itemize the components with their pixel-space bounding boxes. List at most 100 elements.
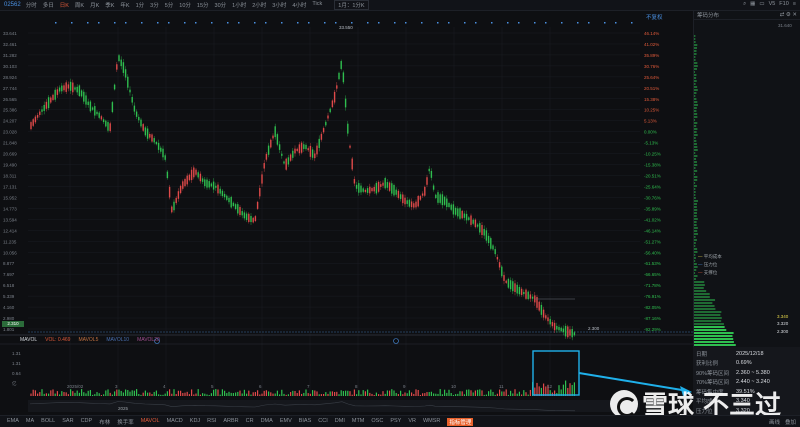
indicator-tab-cr[interactable]: CR	[246, 418, 254, 426]
f10-button[interactable]: F10	[779, 1, 788, 8]
tab-period-14[interactable]: 2小时	[252, 1, 266, 9]
volume-bar	[169, 389, 171, 396]
panel-tools: ⇄ ⚙ ✕	[779, 12, 797, 18]
indicator-tab-ma[interactable]: MA	[26, 418, 34, 426]
volume-bar	[351, 394, 353, 396]
indicator-tab-wmsr[interactable]: WMSR	[423, 418, 440, 426]
indicator-tab-换手率[interactable]: 换手率	[117, 418, 134, 426]
vol-tick: 0.64	[12, 371, 21, 376]
candle-body	[446, 198, 448, 208]
info-row: 90%筹码区间 2.360 ~ 5.380	[696, 368, 797, 378]
indicator-tab-vr[interactable]: VR	[408, 418, 416, 426]
chip-bar	[694, 203, 697, 205]
volume-bar	[144, 390, 146, 396]
indicator-tab-布林[interactable]: 布林	[99, 418, 110, 426]
indicator-tab-dmi[interactable]: DMI	[335, 418, 345, 426]
menu-icon[interactable]: ≡	[793, 1, 796, 8]
indicator-tab-bias[interactable]: BIAS	[299, 418, 312, 426]
indicator-tab-cdp[interactable]: CDP	[81, 418, 93, 426]
volume-bar	[270, 392, 272, 396]
volume-bar	[43, 393, 45, 396]
candle-body	[397, 190, 400, 198]
window-icon[interactable]: ▭	[759, 1, 764, 8]
indicator-tab-dma[interactable]: DMA	[261, 418, 273, 426]
indicator-tab-指标管理[interactable]: 指标管理	[447, 417, 474, 426]
tab-period-1[interactable]: 多日	[43, 1, 54, 9]
volume-indicator-name[interactable]: MAVOL	[20, 337, 37, 343]
candle-body	[395, 189, 397, 195]
candle-body	[144, 127, 147, 136]
indicator-tab-osc[interactable]: OSC	[371, 418, 383, 426]
candle-body	[333, 91, 336, 103]
tab-period-5[interactable]: 季K	[105, 1, 114, 9]
chip-bar	[694, 152, 696, 154]
indicator-tab-mtm[interactable]: MTM	[352, 418, 365, 426]
volume-bar	[239, 390, 241, 396]
volume-bar	[63, 392, 65, 396]
stock-code[interactable]: 02562	[4, 2, 21, 8]
indicator-tab-emv[interactable]: EMV	[280, 418, 292, 426]
tab-period-15[interactable]: 3小时	[272, 1, 286, 9]
volume-bar	[265, 390, 267, 396]
tab-period-6[interactable]: 年K	[120, 1, 129, 9]
candle-body	[536, 296, 538, 308]
candle-body	[89, 101, 92, 112]
volume-bar	[384, 393, 386, 396]
event-marker	[238, 22, 240, 24]
indicator-tab-boll[interactable]: BOLL	[41, 418, 55, 426]
volume-bar	[340, 390, 342, 396]
candle-body	[498, 262, 501, 268]
grid-icon[interactable]: ▦	[750, 1, 755, 8]
tab-period-13[interactable]: 1小时	[232, 1, 246, 9]
search-icon[interactable]: ⌕	[743, 1, 746, 8]
candle-body	[230, 196, 232, 208]
indicator-tab-arbr[interactable]: ARBR	[223, 418, 238, 426]
candle-body	[120, 59, 122, 67]
indicator-tab-kdj[interactable]: KDJ	[190, 418, 200, 426]
candle-body	[204, 179, 206, 187]
tab-period-11[interactable]: 15分	[197, 1, 209, 9]
tab-period-3[interactable]: 周K	[75, 1, 84, 9]
chip-bar	[694, 284, 705, 286]
indicator-tab-mavol[interactable]: MAVOL	[141, 418, 160, 426]
draw-button[interactable]: 画线	[769, 418, 780, 426]
tab-period-16[interactable]: 4小时	[292, 1, 306, 9]
volume-bar	[373, 394, 375, 396]
indicator-tab-macd[interactable]: MACD	[167, 418, 183, 426]
tab-period-8[interactable]: 3分	[150, 1, 159, 9]
indicator-tab-sar[interactable]: SAR	[62, 418, 73, 426]
chip-bar	[694, 209, 698, 211]
volume-bar	[100, 394, 102, 396]
overlay-button[interactable]: 叠加	[785, 418, 796, 426]
candle-body	[338, 72, 340, 80]
chip-tag-avg: 3.340	[777, 314, 789, 319]
candle-body	[32, 119, 34, 126]
volume-bar	[488, 391, 490, 396]
tab-period-2[interactable]: 日K	[60, 1, 69, 9]
chip-bar	[694, 257, 696, 259]
chip-bar	[694, 323, 724, 325]
candle-body	[474, 219, 477, 228]
chip-bar	[694, 227, 698, 229]
tab-period-12[interactable]: 30分	[215, 1, 227, 9]
v5-button[interactable]: V5	[769, 1, 776, 8]
adjust-mode[interactable]: 不复权	[646, 13, 663, 21]
indicator-tab-cci[interactable]: CCI	[318, 418, 327, 426]
candle-body	[162, 148, 164, 158]
indicator-tab-ema[interactable]: EMA	[7, 418, 19, 426]
kline-chart-area[interactable]: 33.641 46.14% 32.461 41.02% 31.282 35.89% 30.1…	[0, 11, 693, 415]
indicator-tab-psy[interactable]: PSY	[390, 418, 401, 426]
volume-bar	[507, 394, 509, 396]
tab-period-7[interactable]: 1分	[136, 1, 145, 9]
indicator-tab-rsi[interactable]: RSI	[207, 418, 216, 426]
candle-body	[234, 204, 237, 210]
tab-period-10[interactable]: 10分	[179, 1, 191, 9]
chip-bar	[694, 281, 705, 283]
tab-period-4[interactable]: 月K	[90, 1, 99, 9]
tab-period-0[interactable]: 分时	[26, 1, 37, 9]
tab-period-17[interactable]: Tick	[312, 1, 322, 9]
candlestick-series	[30, 53, 576, 341]
candle-body	[254, 216, 257, 222]
tab-period-9[interactable]: 5分	[165, 1, 174, 9]
interval-select[interactable]: 1月：1分K	[334, 0, 369, 10]
